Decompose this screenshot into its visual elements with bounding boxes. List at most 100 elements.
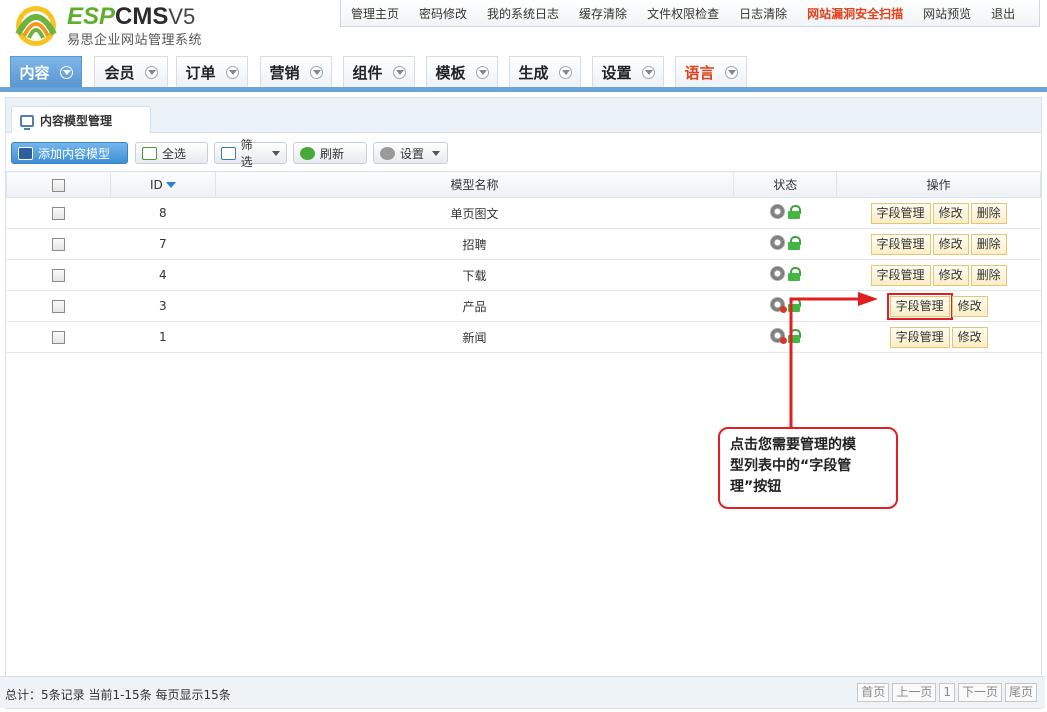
row-id: 7 [110, 228, 216, 260]
header-name: 模型名称 [214, 171, 735, 198]
next-page-button[interactable]: 下一页 [957, 683, 1002, 702]
row-checkbox[interactable] [51, 238, 65, 251]
gear-icon[interactable] [770, 297, 788, 313]
tab-label: 组件 [352, 63, 383, 82]
unlock-icon[interactable] [788, 235, 802, 250]
gear-icon[interactable] [770, 328, 788, 344]
field-manage-button[interactable]: 字段管理 [889, 326, 950, 348]
field-manage-button[interactable]: 字段管理 [870, 233, 931, 255]
tab-content[interactable]: 内容 [10, 56, 82, 87]
chevron-down-icon [558, 65, 572, 79]
tab-templates[interactable]: 模板 [426, 56, 498, 87]
topnav-clear-log[interactable]: 日志清除 [739, 5, 787, 22]
tab-members[interactable]: 会员 [94, 56, 168, 87]
panel-tab-content-model[interactable]: 内容模型管理 [11, 106, 151, 134]
table-row: 3 产品 字段管理 修改 [6, 290, 1041, 322]
brand: ESPCMSV5 易思企业网站管理系统 [67, 4, 202, 49]
topnav-file-permission[interactable]: 文件权限检查 [647, 5, 719, 22]
table-row: 8 单页图文 字段管理 修改 删除 [6, 197, 1041, 229]
row-name: 下载 [215, 259, 734, 291]
tab-orders[interactable]: 订单 [176, 56, 248, 87]
chevron-down-icon [309, 65, 323, 79]
tab-settings[interactable]: 设置 [592, 56, 664, 87]
chevron-down-icon [59, 65, 73, 79]
topnav-security-scan[interactable]: 网站漏洞安全扫描 [807, 5, 903, 22]
row-checkbox[interactable] [51, 269, 65, 282]
row-id: 1 [110, 321, 216, 353]
content-panel: 内容模型管理 添加内容模型 全选 筛选 刷新 设置 ID 模型名称 状态 操作 … [5, 97, 1042, 709]
brand-name: ESPCMSV5 [67, 4, 202, 30]
tab-label: 营销 [269, 63, 300, 82]
tab-language[interactable]: 语言 [675, 56, 747, 87]
first-page-button[interactable]: 首页 [857, 683, 890, 702]
edit-button[interactable]: 修改 [932, 202, 969, 224]
top-nav: 管理主页 密码修改 我的系统日志 缓存清除 文件权限检查 日志清除 网站漏洞安全… [340, 0, 1040, 27]
delete-button[interactable]: 删除 [970, 233, 1007, 255]
add-content-model-button[interactable]: 添加内容模型 [11, 142, 128, 164]
row-status [770, 204, 802, 219]
search-icon [221, 146, 236, 160]
prev-page-button[interactable]: 上一页 [892, 683, 937, 702]
refresh-label: 刷新 [320, 146, 345, 161]
edit-button[interactable]: 修改 [932, 264, 969, 286]
refresh-button[interactable]: 刷新 [293, 142, 367, 164]
topnav-logout[interactable]: 退出 [991, 5, 1015, 22]
edit-button[interactable]: 修改 [951, 326, 988, 348]
row-checkbox[interactable] [51, 331, 65, 344]
row-status [770, 297, 802, 313]
table-row: 7 招聘 字段管理 修改 删除 [6, 228, 1041, 260]
monitor-icon [20, 114, 34, 130]
filter-button[interactable]: 筛选 [214, 138, 287, 169]
topnav-preview[interactable]: 网站预览 [923, 5, 971, 22]
tab-label: 订单 [185, 63, 216, 82]
callout-line: 型列表中的“字段管 [730, 458, 852, 474]
unlock-icon[interactable] [788, 204, 802, 219]
tab-label: 会员 [104, 63, 135, 82]
row-status [770, 266, 802, 281]
gear-icon[interactable] [770, 235, 786, 250]
main-nav-bar [0, 87, 1047, 92]
panel-title: 内容模型管理 [40, 114, 113, 128]
tab-components[interactable]: 组件 [343, 56, 415, 87]
gear-icon[interactable] [770, 266, 786, 281]
select-all-checkbox[interactable] [51, 178, 65, 192]
edit-button[interactable]: 修改 [932, 233, 969, 255]
add-content-model-label: 添加内容模型 [38, 146, 111, 161]
topnav-clear-cache[interactable]: 缓存清除 [579, 5, 627, 22]
row-checkbox[interactable] [51, 300, 65, 313]
page-number[interactable]: 1 [939, 683, 955, 702]
row-id: 8 [110, 197, 216, 229]
unlock-icon[interactable] [788, 297, 802, 312]
row-checkbox[interactable] [51, 207, 65, 220]
chevron-down-icon [724, 65, 738, 79]
topnav-my-log[interactable]: 我的系统日志 [487, 5, 559, 22]
row-status [770, 235, 802, 250]
brand-name-a: ESP [67, 3, 116, 30]
content-model-table: ID 模型名称 状态 操作 8 单页图文 字段管理 修改 删除 7 招聘 字段管理修… [6, 171, 1041, 353]
tab-marketing[interactable]: 营销 [260, 56, 332, 87]
unlock-icon[interactable] [788, 266, 802, 281]
select-all-label: 全选 [162, 146, 187, 161]
field-manage-button[interactable]: 字段管理 [870, 264, 931, 286]
header-id[interactable]: ID [109, 171, 216, 198]
settings-button[interactable]: 设置 [373, 142, 448, 164]
topnav-home[interactable]: 管理主页 [351, 5, 399, 22]
edit-button[interactable]: 修改 [951, 295, 988, 317]
row-id: 3 [110, 290, 216, 322]
topnav-password[interactable]: 密码修改 [419, 5, 467, 22]
select-all-button[interactable]: 全选 [135, 142, 208, 164]
espcms-logo-icon [15, 6, 57, 46]
delete-button[interactable]: 删除 [970, 264, 1007, 286]
delete-button[interactable]: 删除 [970, 202, 1007, 224]
field-manage-button[interactable]: 字段管理 [886, 292, 953, 320]
pagination: 首页 上一页 1 下一页 尾页 [857, 683, 1037, 702]
field-manage-button[interactable]: 字段管理 [870, 202, 931, 224]
callout-line: 点击您需要管理的模 [730, 437, 856, 453]
callout-line: 理”按钮 [730, 479, 782, 495]
tab-generate[interactable]: 生成 [509, 56, 581, 87]
toolbar: 添加内容模型 全选 筛选 刷新 设置 [6, 133, 1041, 171]
unlock-icon[interactable] [788, 328, 802, 343]
last-page-button[interactable]: 尾页 [1004, 683, 1037, 702]
table-row: 1 新闻 字段管理 修改 [6, 321, 1041, 353]
gear-icon[interactable] [770, 204, 786, 219]
